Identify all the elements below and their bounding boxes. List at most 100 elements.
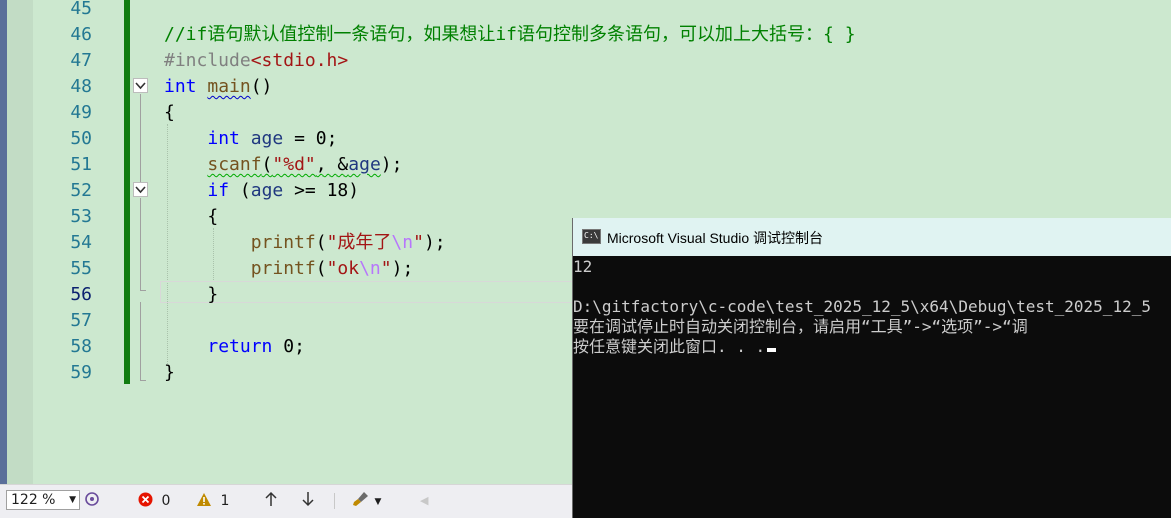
brush-icon <box>353 492 368 506</box>
code-token: "成年了 <box>326 232 392 253</box>
console-line: 要在调试停止时自动关闭控制台，请启用“工具”->“选项”->“调 <box>573 318 1028 336</box>
line-number: 57 <box>70 310 92 331</box>
code-token: ( <box>315 232 327 253</box>
fold-range-line <box>140 94 141 182</box>
code-token: { <box>164 102 175 123</box>
code-token: ( <box>229 180 251 201</box>
console-line-text: 按任意键关闭此窗口. . . <box>573 337 766 356</box>
code-token: ); <box>423 232 446 253</box>
code-line[interactable]: #include<stdio.h> <box>164 48 348 74</box>
code-token: age <box>250 128 284 149</box>
code-token: >= 18) <box>283 180 360 201</box>
code-token: int <box>207 128 240 149</box>
code-line[interactable]: { <box>164 204 218 230</box>
code-line[interactable]: printf("成年了\n"); <box>164 230 446 256</box>
code-line[interactable]: printf("ok\n"); <box>164 256 414 282</box>
line-number: 45 <box>70 0 92 19</box>
code-token: "%d" <box>272 154 316 175</box>
line-number: 50 <box>70 128 92 149</box>
line-number: 59 <box>70 362 92 383</box>
chevron-down-icon: ▼ <box>69 495 76 505</box>
line-number: 53 <box>70 206 92 227</box>
line-number: 46 <box>70 24 92 45</box>
code-token: () <box>250 76 273 97</box>
chevron-down-icon: ▼ <box>374 497 382 507</box>
code-token: = 0; <box>283 128 338 149</box>
console-line: 按任意键关闭此窗口. . . <box>573 337 777 356</box>
code-line[interactable]: if (age >= 18) <box>164 178 359 204</box>
code-token: } <box>164 284 219 305</box>
line-number: 56 <box>70 284 92 305</box>
intellicode-icon[interactable] <box>84 491 100 511</box>
console-app-icon: C:\ <box>582 229 601 244</box>
code-token: age <box>250 180 284 201</box>
line-number: 55 <box>70 258 92 279</box>
fold-toggle-if[interactable] <box>133 182 148 197</box>
code-token: //if语句默认值控制一条语句，如果想让if语句控制多条语句，可以加上大括号：{… <box>164 24 856 45</box>
code-line[interactable]: int age = 0; <box>164 126 337 152</box>
code-token: \n <box>391 232 414 253</box>
debug-console-window[interactable]: C:\ Microsoft Visual Studio 调试控制台 12 D:\g… <box>572 218 1171 518</box>
code-token: age <box>348 154 381 175</box>
code-line[interactable]: scanf("%d", &age); <box>164 152 402 178</box>
error-icon <box>138 492 153 507</box>
scroll-left-icon[interactable]: ◀ <box>420 491 428 511</box>
console-line-text: D:\gitfactory\c-code\test_2025_12_5\x64\… <box>573 297 1151 316</box>
errors-indicator[interactable]: 0 <box>138 491 170 511</box>
fold-end-tick <box>140 290 146 291</box>
code-line[interactable]: //if语句默认值控制一条语句，如果想让if语句控制多条语句，可以加上大括号：{… <box>164 22 856 48</box>
console-cursor <box>767 348 777 352</box>
previous-issue-button[interactable] <box>264 491 278 511</box>
warning-count: 1 <box>220 493 230 509</box>
code-token: if <box>207 180 230 201</box>
change-tracking-bar <box>124 0 130 384</box>
code-token: ); <box>391 258 414 279</box>
error-count: 0 <box>161 493 171 509</box>
console-title-bar[interactable]: C:\ Microsoft Visual Studio 调试控制台 <box>573 218 1171 256</box>
code-token: #include <box>164 50 251 71</box>
code-token: 0; <box>272 336 305 357</box>
console-line: D:\gitfactory\c-code\test_2025_12_5\x64\… <box>573 298 1151 316</box>
code-token: } <box>164 362 175 383</box>
line-number: 51 <box>70 154 92 175</box>
fold-range-line <box>140 302 141 380</box>
code-line[interactable]: int main() <box>164 74 272 100</box>
fold-toggle-main[interactable] <box>133 78 148 93</box>
code-token: " <box>413 232 424 253</box>
code-token: scanf <box>207 154 262 175</box>
code-token: ); <box>380 154 403 175</box>
code-line[interactable]: { <box>164 100 175 126</box>
code-token: ( <box>261 154 273 175</box>
fold-end-tick <box>140 380 146 381</box>
next-issue-button[interactable] <box>301 491 315 511</box>
arrow-up-icon <box>265 491 277 506</box>
warnings-indicator[interactable]: 1 <box>196 491 229 511</box>
code-token: int <box>164 76 197 97</box>
chevron-down-icon <box>135 186 146 194</box>
zoom-value: 122 % <box>11 492 56 508</box>
zoom-select[interactable]: 122 % ▼ <box>6 490 80 510</box>
code-cleanup-button[interactable]: ▼ <box>352 491 381 511</box>
warning-icon <box>197 493 211 506</box>
line-number: 49 <box>70 102 92 123</box>
line-number: 47 <box>70 50 92 71</box>
code-token: return <box>207 336 273 357</box>
code-line[interactable]: } <box>164 282 218 308</box>
window-left-edge <box>0 0 7 518</box>
code-token: printf <box>250 258 316 279</box>
line-number: 52 <box>70 180 92 201</box>
code-token: \n <box>359 258 381 279</box>
code-line[interactable]: return 0; <box>164 334 305 360</box>
code-line[interactable]: } <box>164 360 175 386</box>
arrow-down-icon <box>302 492 314 507</box>
console-output[interactable]: 12 D:\gitfactory\c-code\test_2025_12_5\x6… <box>573 256 1171 518</box>
code-token: , & <box>315 154 349 175</box>
